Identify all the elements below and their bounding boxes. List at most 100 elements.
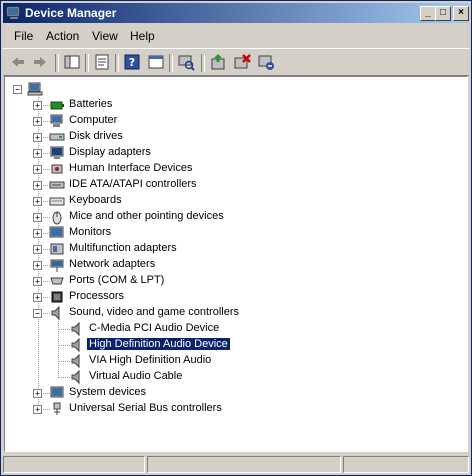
expand-toggle[interactable]: + [33, 133, 42, 142]
menu-view[interactable]: View [92, 29, 118, 43]
tree-category-row[interactable]: + Processors [5, 289, 305, 305]
tree-category-label: Disk drives [69, 130, 123, 142]
toolbar-separator [115, 54, 119, 72]
expand-toggle[interactable]: + [33, 181, 42, 190]
tree-category-row[interactable]: + Universal Serial Bus controllers [5, 401, 305, 417]
tree-category-row[interactable]: + Monitors [5, 225, 305, 241]
speaker-icon [71, 337, 80, 353]
tree-category-label: System devices [69, 386, 147, 398]
minimize-button[interactable]: _ [420, 6, 436, 21]
tree-category-label: Batteries [69, 98, 113, 110]
battery-icon [50, 101, 64, 110]
usb-icon [53, 402, 61, 415]
computer-root-icon [27, 82, 43, 96]
tree-category-label: Computer [69, 114, 118, 126]
status-pane-1 [3, 456, 145, 473]
maximize-button[interactable]: □ [435, 6, 451, 21]
tree-category-row[interactable]: + Human Interface Devices [5, 161, 305, 177]
display-adapter-icon [50, 146, 64, 159]
menu-bar: File Action View Help [3, 26, 469, 46]
toolbar: ? [3, 48, 469, 76]
expand-toggle[interactable]: + [33, 117, 42, 126]
tree-device-label: High Definition Audio Device [86, 337, 231, 351]
tree-category-row[interactable]: − Sound, video and game controllers [5, 305, 305, 321]
properties-icon[interactable] [93, 53, 111, 71]
tree-category-row[interactable]: + Disk drives [5, 129, 305, 145]
speaker-icon [51, 305, 60, 321]
tree-category-row[interactable]: + Keyboards [5, 193, 305, 209]
menu-help[interactable]: Help [130, 29, 155, 43]
tree-category-label: Human Interface Devices [69, 162, 193, 174]
multifunction-icon [50, 243, 64, 255]
expand-toggle[interactable]: + [33, 261, 42, 270]
expand-toggle[interactable]: + [33, 165, 42, 174]
speaker-icon [71, 353, 80, 369]
tree-category-label: Ports (COM & LPT) [69, 274, 165, 286]
collapse-toggle[interactable]: − [33, 309, 42, 318]
expand-toggle[interactable]: + [33, 277, 42, 286]
status-pane-3 [343, 456, 469, 473]
mouse-icon [52, 211, 62, 225]
tree-category-row[interactable]: + Batteries [5, 97, 305, 113]
tree-category-row[interactable]: + IDE ATA/ATAPI controllers [5, 177, 305, 193]
tree-category-label: Monitors [69, 226, 112, 238]
tree-category-row[interactable]: + Multifunction adapters [5, 241, 305, 257]
tree-category-row[interactable]: + Display adapters [5, 145, 305, 161]
tree-category-label: Multifunction adapters [69, 242, 177, 254]
hid-icon [51, 164, 63, 174]
expand-toggle[interactable]: + [33, 245, 42, 254]
disk-drive-icon [49, 133, 65, 141]
update-driver-icon[interactable] [209, 53, 227, 71]
tree-device-label: Virtual Audio Cable [89, 370, 183, 382]
tree-category-label: IDE ATA/ATAPI controllers [69, 178, 197, 190]
disable-icon[interactable] [257, 53, 275, 71]
expand-toggle[interactable]: + [33, 213, 42, 222]
back-icon[interactable] [9, 53, 27, 71]
scan-hardware-icon[interactable] [177, 53, 195, 71]
tree-device-row[interactable]: VIA High Definition Audio [5, 353, 305, 369]
expand-toggle[interactable]: + [33, 197, 42, 206]
system-icon [50, 386, 64, 398]
tree-root[interactable]: − [5, 81, 205, 97]
toolbar-separator [169, 54, 173, 72]
view-icon[interactable] [147, 53, 165, 71]
menu-action[interactable]: Action [46, 29, 79, 43]
menu-file[interactable]: File [14, 29, 33, 43]
tree-category-row[interactable]: + Computer [5, 113, 305, 129]
tree-category-row[interactable]: + System devices [5, 385, 305, 401]
toolbar-separator [201, 54, 205, 72]
title-bar[interactable]: Device Manager _ □ × [3, 3, 469, 23]
tree-device-label: VIA High Definition Audio [89, 354, 212, 366]
tree-device-row[interactable]: C-Media PCI Audio Device [5, 321, 305, 337]
tree-category-label: Universal Serial Bus controllers [69, 402, 222, 414]
device-manager-icon [6, 6, 20, 19]
tree-category-row[interactable]: + Mice and other pointing devices [5, 209, 305, 225]
device-manager-window: Device Manager _ □ × File Action View He… [0, 0, 472, 476]
tree-device-row[interactable]: Virtual Audio Cable [5, 369, 305, 385]
tree-category-label: Keyboards [69, 194, 122, 206]
tree-device-row[interactable]: High Definition Audio Device [5, 337, 305, 353]
device-tree[interactable]: − + Batteries + Computer + Disk drives + Displa… [4, 76, 468, 452]
tree-category-row[interactable]: + Network adapters [5, 257, 305, 273]
expand-toggle[interactable]: + [33, 229, 42, 238]
collapse-toggle[interactable]: − [13, 85, 22, 94]
toolbar-separator [55, 54, 59, 72]
keyboard-icon [49, 197, 65, 206]
uninstall-icon[interactable] [233, 53, 251, 71]
tree-category-label: Mice and other pointing devices [69, 210, 224, 222]
tree-device-label: C-Media PCI Audio Device [89, 322, 220, 334]
expand-toggle[interactable]: + [33, 293, 42, 302]
network-icon [50, 259, 64, 272]
console-tree-icon[interactable] [63, 53, 81, 71]
expand-toggle[interactable]: + [33, 101, 42, 110]
close-button[interactable]: × [453, 6, 469, 21]
tree-category-row[interactable]: + Ports (COM & LPT) [5, 273, 305, 289]
expand-toggle[interactable]: + [33, 149, 42, 158]
tree-category-label: Network adapters [69, 258, 156, 270]
expand-toggle[interactable]: + [33, 389, 42, 398]
help-icon[interactable]: ? [123, 53, 141, 71]
svg-text:?: ? [129, 56, 135, 69]
forward-icon[interactable] [31, 53, 49, 71]
expand-toggle[interactable]: + [33, 405, 42, 414]
tree-category-label: Processors [69, 290, 125, 302]
